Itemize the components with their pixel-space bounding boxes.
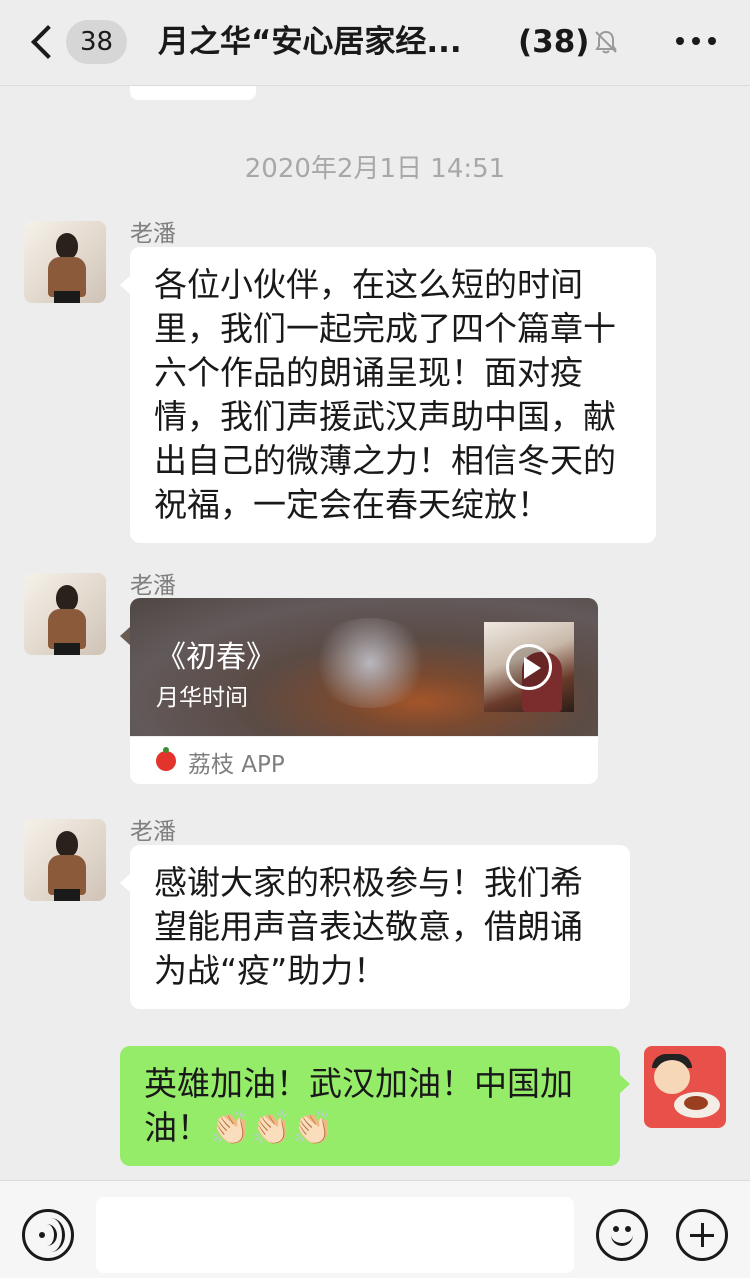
lychee-app-icon — [156, 747, 176, 771]
back-icon[interactable] — [28, 26, 58, 60]
avatar[interactable] — [24, 221, 106, 303]
more-dots-icon[interactable] — [676, 34, 716, 48]
message-timestamp: 2020年2月1日 14:51 — [244, 154, 506, 184]
card-subtitle: 月华时间 — [156, 685, 248, 711]
chat-header: 38 月之华“安心居家经... (38) — [0, 0, 750, 86]
avatar[interactable] — [24, 819, 106, 901]
card-title: 《初春》 — [156, 640, 276, 675]
play-icon[interactable] — [506, 644, 552, 690]
message-bubble[interactable]: 感谢大家的积极参与！我们希望能用声音表达敬意，借朗诵为战“疫”助力！ — [120, 845, 630, 1009]
own-avatar[interactable] — [644, 1046, 726, 1128]
card-app-name: 荔枝 APP — [188, 752, 285, 778]
sender-name: 老潘 — [130, 819, 176, 845]
own-message-bubble[interactable]: 英雄加油！武汉加油！中国加油！👏🏻👏🏻👏🏻 — [120, 1046, 630, 1166]
sender-name: 老潘 — [130, 573, 176, 599]
message-input[interactable] — [96, 1197, 574, 1273]
input-bar — [0, 1180, 750, 1278]
chat-title: 月之华“安心居家经... — [158, 24, 462, 60]
card-footer: 荔枝 APP — [130, 736, 598, 784]
voice-input-icon[interactable] — [22, 1209, 74, 1261]
shared-audio-card[interactable]: 《初春》 月华时间 荔枝 APP — [120, 598, 598, 784]
sender-name: 老潘 — [130, 221, 176, 247]
avatar[interactable] — [24, 573, 106, 655]
plus-icon[interactable] — [676, 1209, 728, 1261]
member-count: (38) — [518, 24, 590, 60]
unread-badge[interactable]: 38 — [66, 20, 128, 64]
emoji-icon[interactable] — [596, 1209, 648, 1261]
message-bubble[interactable]: 各位小伙伴，在这么短的时间里，我们一起完成了四个篇章十六个作品的朗诵呈现！面对疫… — [120, 247, 656, 543]
bell-muted-icon — [595, 30, 617, 54]
previous-message-bubble — [130, 86, 256, 100]
